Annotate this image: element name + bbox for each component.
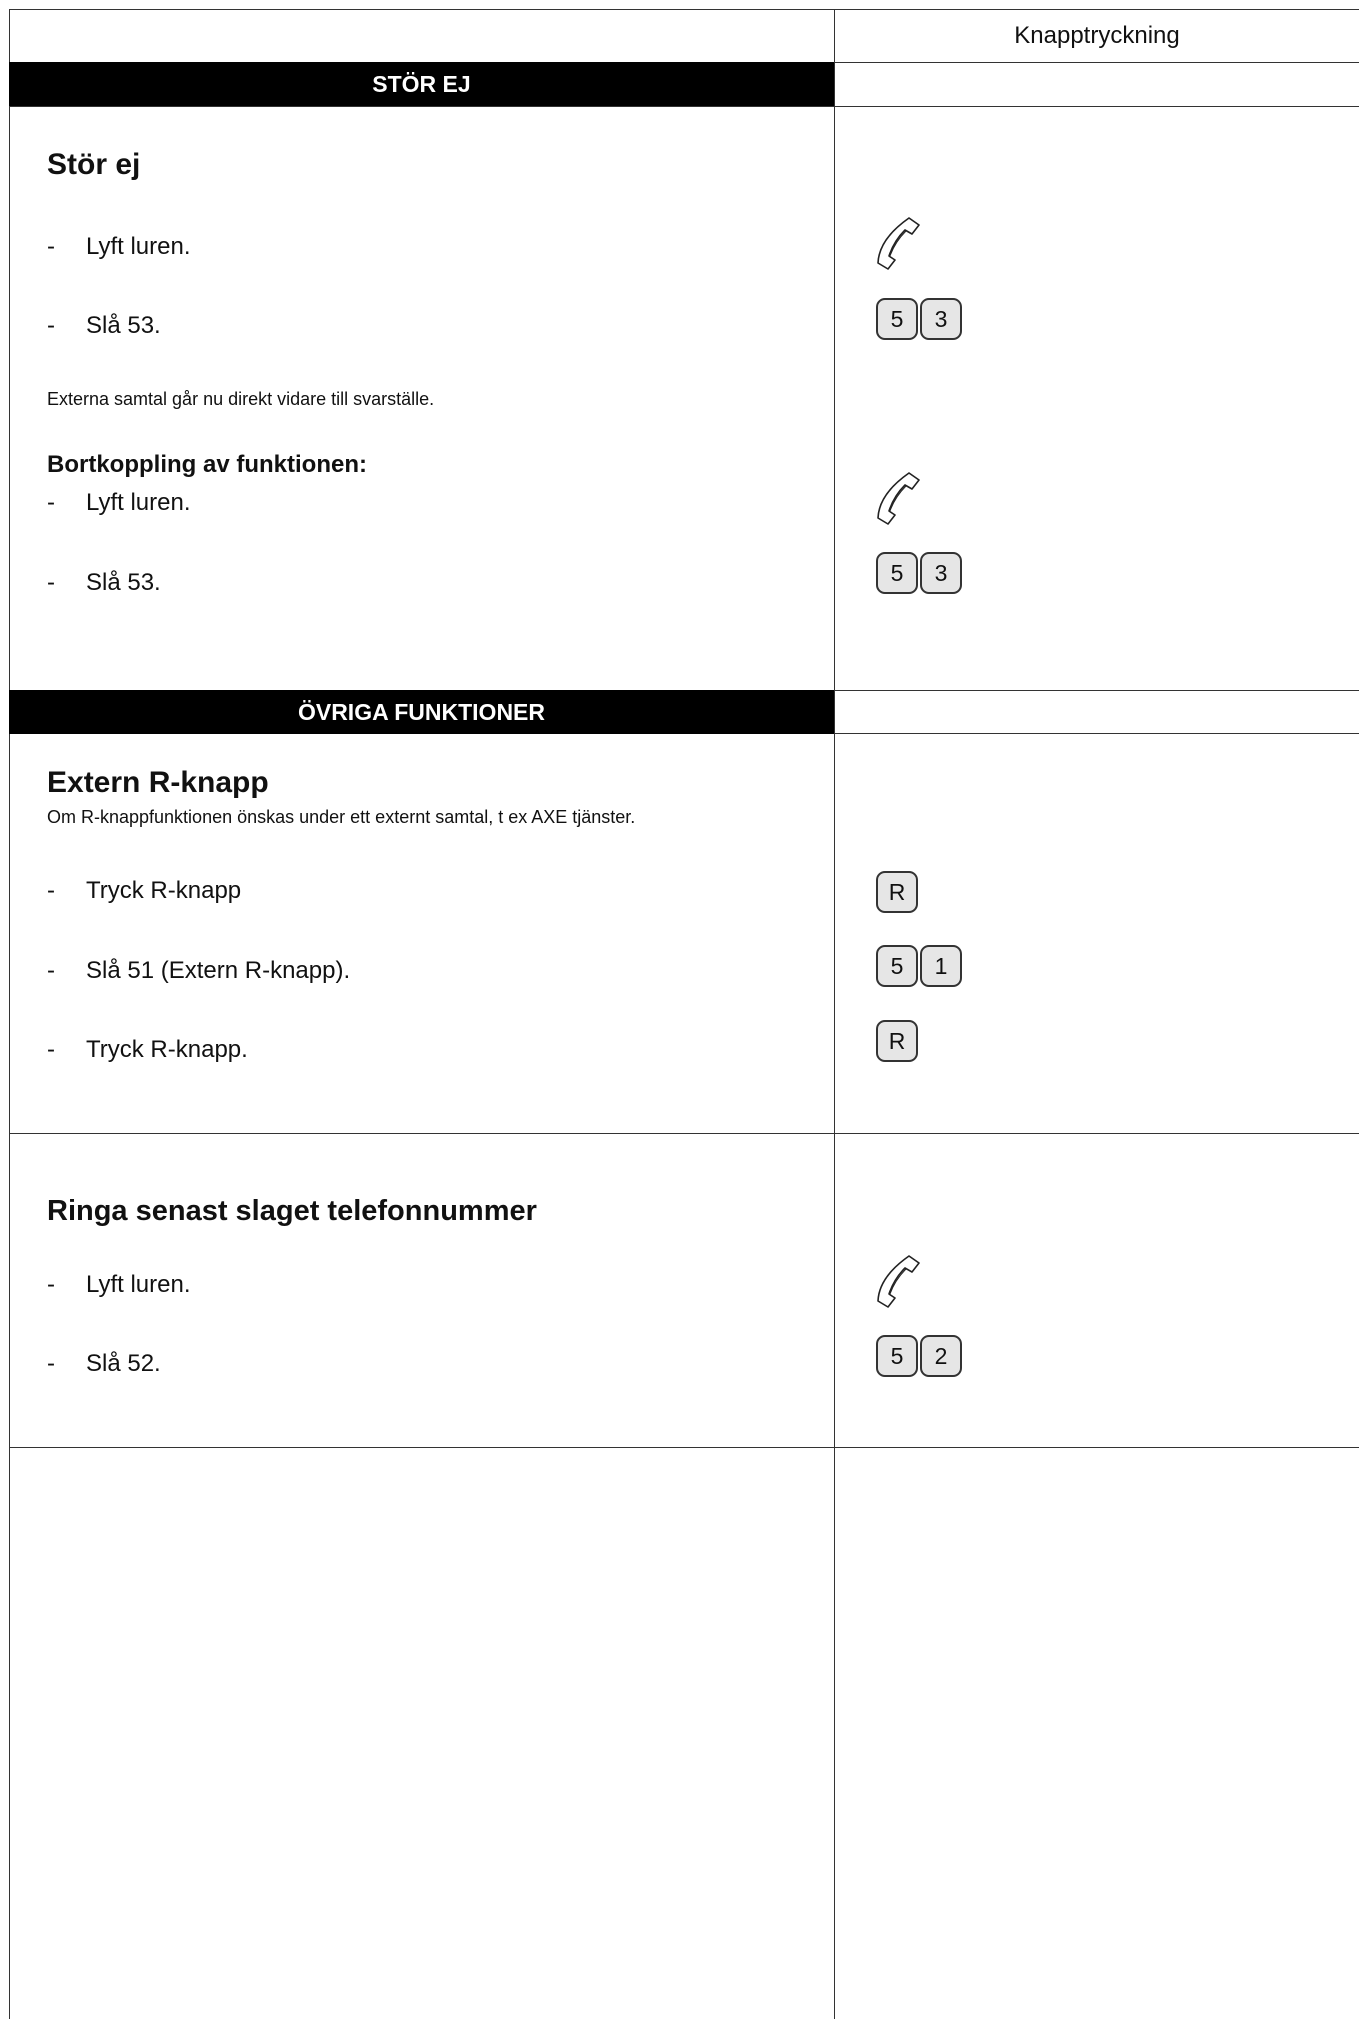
key-5: 5	[876, 298, 918, 340]
step-text: Tryck R-knapp	[86, 877, 242, 904]
step-item: - Slå 53.	[47, 312, 161, 340]
step-text: Slå 52.	[86, 1350, 161, 1377]
step-text: Lyft luren.	[86, 489, 191, 516]
step-dash: -	[47, 312, 55, 339]
keypad-53: 5 3	[876, 552, 962, 594]
handset-icon	[877, 1255, 920, 1308]
step-dash: -	[47, 1271, 55, 1298]
step-text: Tryck R-knapp.	[86, 1036, 248, 1063]
step-text: Lyft luren.	[86, 233, 191, 260]
step-text: Slå 51 (Extern R-knapp).	[86, 957, 351, 984]
step-item: - Lyft luren.	[47, 1271, 191, 1299]
step-dash: -	[47, 233, 55, 260]
step-dash: -	[47, 877, 55, 904]
step-item: - Tryck R-knapp.	[47, 1036, 248, 1064]
step-dash: -	[47, 1036, 55, 1063]
step-item: - Tryck R-knapp	[47, 877, 241, 905]
key-5: 5	[876, 1335, 918, 1377]
key-3: 3	[920, 298, 962, 340]
key-r: R	[876, 871, 918, 913]
key-2: 2	[920, 1335, 962, 1377]
step-item: - Lyft luren.	[47, 489, 191, 517]
key-5: 5	[876, 552, 918, 594]
step-dash: -	[47, 1350, 55, 1377]
step-item: - Slå 53.	[47, 569, 161, 597]
handset-icon	[877, 472, 920, 525]
table-frame	[9, 9, 1359, 2019]
key-1: 1	[920, 945, 962, 987]
step-dash: -	[47, 569, 55, 596]
info-note: Externa samtal går nu direkt vidare till…	[47, 389, 435, 409]
section-title: Stör ej	[47, 148, 141, 181]
column-divider	[834, 9, 835, 2019]
step-text: Slå 53.	[86, 569, 161, 596]
section-banner-ovriga-funktioner: ÖVRIGA FUNKTIONER	[9, 690, 834, 734]
row-divider	[9, 1133, 1359, 1134]
row-divider	[9, 1447, 1359, 1448]
step-text: Lyft luren.	[86, 1271, 191, 1298]
keypad-52: 5 2	[876, 1335, 962, 1377]
keypad-r: R	[876, 1020, 918, 1062]
row-divider	[9, 106, 1359, 107]
key-3: 3	[920, 552, 962, 594]
key-5: 5	[876, 945, 918, 987]
keypad-r: R	[876, 871, 918, 913]
step-dash: -	[47, 957, 55, 984]
section-subtitle: Om R-knappfunktionen önskas under ett ex…	[47, 807, 636, 827]
step-text: Slå 53.	[86, 312, 161, 339]
key-r: R	[876, 1020, 918, 1062]
section-title: Extern R-knapp	[47, 766, 269, 799]
handset-icon	[877, 217, 920, 270]
section-banner-stor-ej: STÖR EJ	[9, 62, 834, 106]
step-item: - Slå 52.	[47, 1350, 161, 1378]
column-header-knapptryckning: Knapptryckning	[1014, 21, 1180, 49]
step-dash: -	[47, 489, 55, 516]
keypad-53: 5 3	[876, 298, 962, 340]
step-item: - Slå 51 (Extern R-knapp).	[47, 957, 350, 985]
keypad-51: 5 1	[876, 945, 962, 987]
step-item: - Lyft luren.	[47, 233, 191, 261]
section-title: Ringa senast slaget telefonnummer	[47, 1195, 537, 1227]
sub-heading: Bortkoppling av funktionen:	[47, 451, 367, 478]
